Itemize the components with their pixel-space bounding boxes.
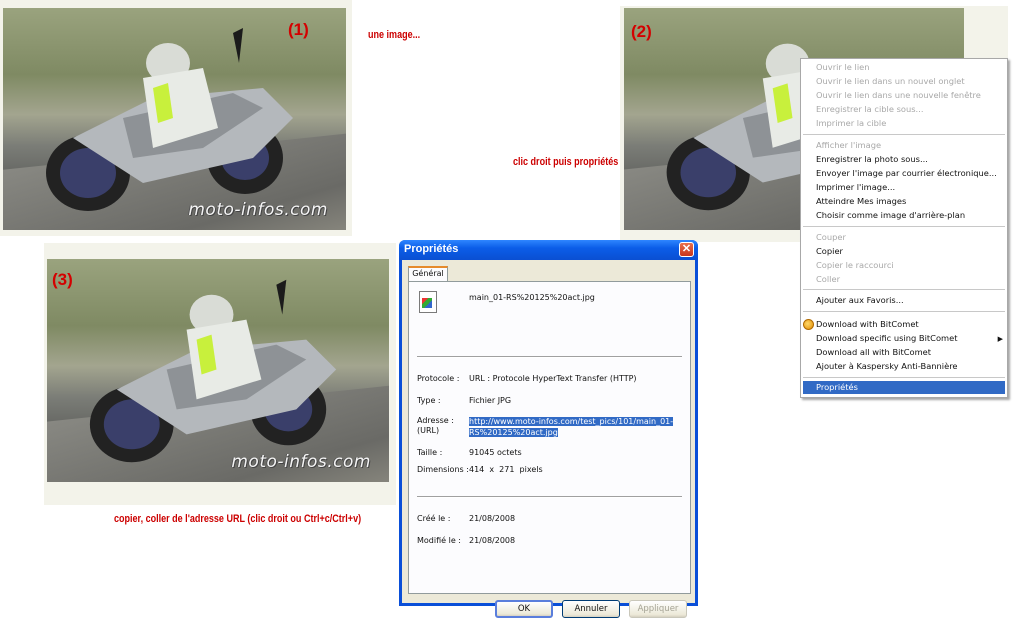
close-icon[interactable]: ✕ xyxy=(679,242,694,257)
url-label: (URL) xyxy=(417,426,440,435)
type-value: Fichier JPG xyxy=(469,396,512,405)
modifie-label: Modifié le : xyxy=(417,536,461,545)
protocole-value: URL : Protocole HyperText Transfer (HTTP… xyxy=(469,374,637,383)
menu-item-bitcomet-specific[interactable]: Download specific using BitComet xyxy=(816,332,957,345)
dialog-body: Général main_01-RS%20125%20act.jpg Proto… xyxy=(402,260,695,618)
motorcycle-photo-1: moto-infos.com xyxy=(3,8,346,230)
submenu-arrow-icon: ▶ xyxy=(997,335,1003,343)
menu-item-imprimer-cible[interactable]: Imprimer la cible xyxy=(816,117,886,130)
note-copier: copier, coller de l'adresse URL (clic dr… xyxy=(114,513,362,525)
annuler-button[interactable]: Annuler xyxy=(562,600,620,618)
adresse-value[interactable]: http://www.moto-infos.com/test_pics/101/… xyxy=(469,416,675,438)
cree-label: Créé le : xyxy=(417,514,451,523)
menu-item-bitcomet-all[interactable]: Download all with BitComet xyxy=(816,346,931,359)
watermark: moto-infos.com xyxy=(188,200,328,220)
note-clic-droit: clic droit puis propriétés xyxy=(513,156,619,168)
watermark: moto-infos.com xyxy=(231,452,371,472)
menu-item-imprimer-image[interactable]: Imprimer l'image... xyxy=(816,181,895,194)
menu-item-envoyer-image[interactable]: Envoyer l'image par courrier électroniqu… xyxy=(816,167,997,180)
menu-item-ouvrir-lien[interactable]: Ouvrir le lien xyxy=(816,61,869,74)
menu-separator xyxy=(803,311,1005,312)
menu-separator xyxy=(803,377,1005,378)
taille-label: Taille : xyxy=(417,448,443,457)
divider xyxy=(417,356,682,358)
dimensions-value: 414 x 271 pixels xyxy=(469,465,543,474)
dimensions-label: Dimensions : xyxy=(417,465,469,474)
step-3-label: (3) xyxy=(52,270,73,289)
protocole-label: Protocole : xyxy=(417,374,460,383)
menu-item-ouvrir-fenetre[interactable]: Ouvrir le lien dans une nouvelle fenêtre xyxy=(816,89,981,102)
menu-separator xyxy=(803,134,1005,135)
modifie-value: 21/08/2008 xyxy=(469,536,516,545)
menu-item-kaspersky[interactable]: Ajouter à Kaspersky Anti-Bannière xyxy=(816,360,958,373)
taille-value: 91045 octets xyxy=(469,448,522,457)
menu-item-favoris[interactable]: Ajouter aux Favoris... xyxy=(816,294,904,307)
type-label: Type : xyxy=(417,396,441,405)
dialog-titlebar[interactable]: Propriétés ✕ xyxy=(399,240,698,260)
menu-item-enregistrer-cible[interactable]: Enregistrer la cible sous... xyxy=(816,103,923,116)
adresse-label: Adresse : xyxy=(417,416,454,425)
appliquer-button[interactable]: Appliquer xyxy=(629,600,687,618)
adresse-url-text: http://www.moto-infos.com/test_pics/101/… xyxy=(469,417,674,437)
motorcycle-illustration xyxy=(46,28,293,211)
menu-item-copier[interactable]: Copier xyxy=(816,245,843,258)
properties-dialog: Propriétés ✕ Général main_01-RS%20125%20… xyxy=(399,240,698,618)
divider xyxy=(417,496,682,498)
menu-item-afficher-image[interactable]: Afficher l'image xyxy=(816,139,881,152)
menu-item-mes-images[interactable]: Atteindre Mes images xyxy=(816,195,906,208)
menu-separator xyxy=(803,289,1005,290)
context-menu: Ouvrir le lien Ouvrir le lien dans un no… xyxy=(800,58,1008,398)
motorcycle-illustration xyxy=(89,279,337,463)
menu-item-proprietes[interactable]: Propriétés xyxy=(803,381,1005,394)
menu-item-couper[interactable]: Couper xyxy=(816,231,846,244)
dialog-title: Propriétés xyxy=(404,243,459,255)
menu-item-bitcomet[interactable]: Download with BitComet xyxy=(816,318,919,331)
step-2-label: (2) xyxy=(631,22,652,41)
menu-separator xyxy=(803,226,1005,227)
file-name: main_01-RS%20125%20act.jpg xyxy=(469,293,595,302)
menu-item-coller[interactable]: Coller xyxy=(816,273,840,286)
note-une-image: une image... xyxy=(368,29,421,41)
menu-item-proprietes-label: Propriétés xyxy=(816,382,858,392)
cree-value: 21/08/2008 xyxy=(469,514,516,523)
menu-item-copier-raccourci[interactable]: Copier le raccourci xyxy=(816,259,894,272)
tab-general[interactable]: Général xyxy=(408,266,448,281)
menu-item-arriere-plan[interactable]: Choisir comme image d'arrière-plan xyxy=(816,209,965,222)
ok-button[interactable]: OK xyxy=(495,600,553,618)
general-panel: main_01-RS%20125%20act.jpg Protocole : U… xyxy=(408,281,691,594)
menu-item-ouvrir-onglet[interactable]: Ouvrir le lien dans un nouvel onglet xyxy=(816,75,965,88)
step-1-label: (1) xyxy=(288,20,309,39)
bitcomet-icon xyxy=(803,319,814,330)
motorcycle-photo-3: moto-infos.com xyxy=(47,259,389,482)
menu-item-enregistrer-photo[interactable]: Enregistrer la photo sous... xyxy=(816,153,928,166)
jpg-file-icon xyxy=(419,291,437,313)
